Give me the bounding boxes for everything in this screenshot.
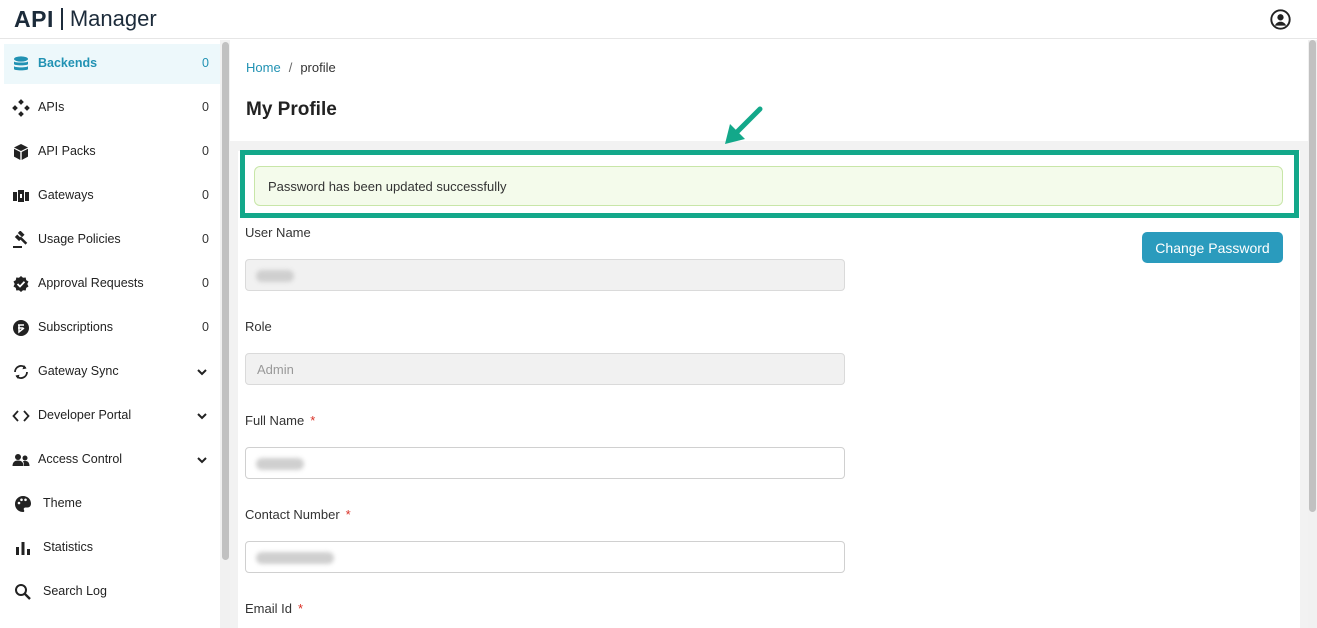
breadcrumb-separator: / bbox=[288, 60, 293, 75]
sidebar-item-api-packs[interactable]: API Packs 0 bbox=[4, 132, 220, 172]
breadcrumb: Home / profile bbox=[246, 60, 336, 75]
email-id-label: Email Id * bbox=[245, 601, 303, 616]
alert-message: Password has been updated successfully bbox=[268, 179, 507, 194]
sidebar-item-label: Developer Portal bbox=[38, 408, 132, 422]
gateway-icon bbox=[13, 190, 29, 202]
sidebar-scrollbar-thumb[interactable] bbox=[222, 42, 229, 560]
sidebar-item-backends[interactable]: Backends 0 bbox=[4, 44, 220, 84]
sidebar-item-label: Backends bbox=[38, 56, 98, 70]
role-label-text: Role bbox=[245, 319, 272, 334]
package-icon bbox=[14, 144, 28, 160]
logo-api-text: API bbox=[14, 5, 54, 32]
chevron-down-icon[interactable] bbox=[196, 454, 208, 466]
sidebar-item-subscriptions[interactable]: Subscriptions 0 bbox=[4, 308, 220, 348]
sidebar-item-count: 0 bbox=[202, 320, 209, 334]
user-name-label-text: User Name bbox=[245, 225, 311, 240]
role-value: Admin bbox=[257, 362, 294, 377]
redacted-value bbox=[256, 552, 334, 564]
sidebar: Backends 0 APIs 0 API Packs 0 Gateways 0 bbox=[0, 40, 230, 628]
sidebar-item-access-control[interactable]: Access Control bbox=[4, 440, 220, 480]
email-id-label-text: Email Id bbox=[245, 601, 292, 616]
sidebar-item-label: API Packs bbox=[38, 144, 96, 158]
sidebar-item-theme[interactable]: Theme bbox=[4, 484, 220, 524]
redacted-value bbox=[256, 270, 294, 282]
sidebar-item-label: Gateways bbox=[38, 188, 94, 202]
sidebar-item-label: Subscriptions bbox=[38, 320, 114, 334]
main-content: Home / profile My Profile bbox=[230, 40, 1308, 628]
sidebar-item-label: Usage Policies bbox=[38, 232, 121, 246]
user-name-field[interactable] bbox=[245, 259, 845, 291]
main-scrollbar-thumb[interactable] bbox=[1309, 40, 1316, 512]
full-name-field[interactable] bbox=[245, 447, 845, 479]
breadcrumb-current: profile bbox=[300, 60, 336, 75]
sidebar-item-label: Access Control bbox=[38, 452, 123, 466]
sidebar-item-search-log[interactable]: Search Log bbox=[4, 572, 220, 612]
contact-number-label: Contact Number * bbox=[245, 507, 351, 522]
sidebar-item-count: 0 bbox=[202, 276, 209, 290]
full-name-label: Full Name * bbox=[245, 413, 315, 428]
bar-chart-icon bbox=[16, 542, 30, 555]
sidebar-item-gateway-sync[interactable]: Gateway Sync bbox=[4, 352, 220, 392]
annotation-arrow-icon bbox=[725, 106, 763, 144]
sidebar-item-count: 0 bbox=[202, 232, 209, 246]
sidebar-item-developer-portal[interactable]: Developer Portal bbox=[4, 396, 220, 436]
sidebar-item-count: 0 bbox=[202, 188, 209, 202]
sidebar-item-label: Theme bbox=[43, 496, 82, 510]
role-field[interactable]: Admin bbox=[245, 353, 845, 385]
palette-icon bbox=[15, 496, 31, 512]
app-logo[interactable]: API Manager bbox=[14, 6, 157, 32]
top-header: API Manager bbox=[0, 0, 1317, 39]
subscription-icon bbox=[13, 320, 29, 336]
logo-manager-text: Manager bbox=[69, 6, 157, 31]
logo-divider bbox=[60, 8, 63, 30]
sidebar-item-apis[interactable]: APIs 0 bbox=[4, 88, 220, 128]
success-alert: Password has been updated successfully bbox=[254, 166, 1283, 206]
search-icon bbox=[15, 584, 31, 600]
contact-number-field[interactable] bbox=[245, 541, 845, 573]
sidebar-item-statistics[interactable]: Statistics bbox=[4, 528, 220, 568]
contact-number-label-text: Contact Number bbox=[245, 507, 340, 522]
sidebar-item-label: Statistics bbox=[43, 540, 94, 554]
database-icon bbox=[14, 56, 28, 71]
breadcrumb-home-link[interactable]: Home bbox=[246, 60, 281, 75]
required-asterisk: * bbox=[310, 413, 316, 428]
sidebar-item-label: APIs bbox=[38, 100, 65, 114]
page-title: My Profile bbox=[246, 99, 337, 120]
role-label: Role bbox=[245, 319, 272, 334]
change-password-button[interactable]: Change Password bbox=[1142, 232, 1283, 263]
sidebar-item-label: Approval Requests bbox=[38, 276, 144, 290]
code-icon bbox=[12, 410, 30, 422]
user-name-label: User Name bbox=[245, 225, 311, 240]
redacted-value bbox=[256, 458, 304, 470]
sidebar-item-gateways[interactable]: Gateways 0 bbox=[4, 176, 220, 216]
gavel-icon bbox=[13, 231, 28, 248]
sidebar-item-label: Search Log bbox=[43, 584, 107, 598]
sidebar-item-label: Gateway Sync bbox=[38, 364, 119, 378]
required-asterisk: * bbox=[345, 507, 351, 522]
api-diamond-icon bbox=[12, 99, 30, 117]
chevron-down-icon[interactable] bbox=[196, 366, 208, 378]
users-icon bbox=[12, 454, 30, 466]
user-circle-icon[interactable] bbox=[1270, 9, 1291, 30]
sync-icon bbox=[14, 365, 28, 379]
sidebar-item-count: 0 bbox=[202, 100, 209, 114]
full-name-label-text: Full Name bbox=[245, 413, 305, 428]
sidebar-item-usage-policies[interactable]: Usage Policies 0 bbox=[4, 220, 220, 260]
badge-check-icon bbox=[13, 276, 29, 292]
chevron-down-icon[interactable] bbox=[196, 410, 208, 422]
sidebar-item-approval-requests[interactable]: Approval Requests 0 bbox=[4, 264, 220, 304]
sidebar-item-count: 0 bbox=[202, 56, 209, 70]
required-asterisk: * bbox=[297, 601, 304, 616]
sidebar-item-count: 0 bbox=[202, 144, 209, 158]
